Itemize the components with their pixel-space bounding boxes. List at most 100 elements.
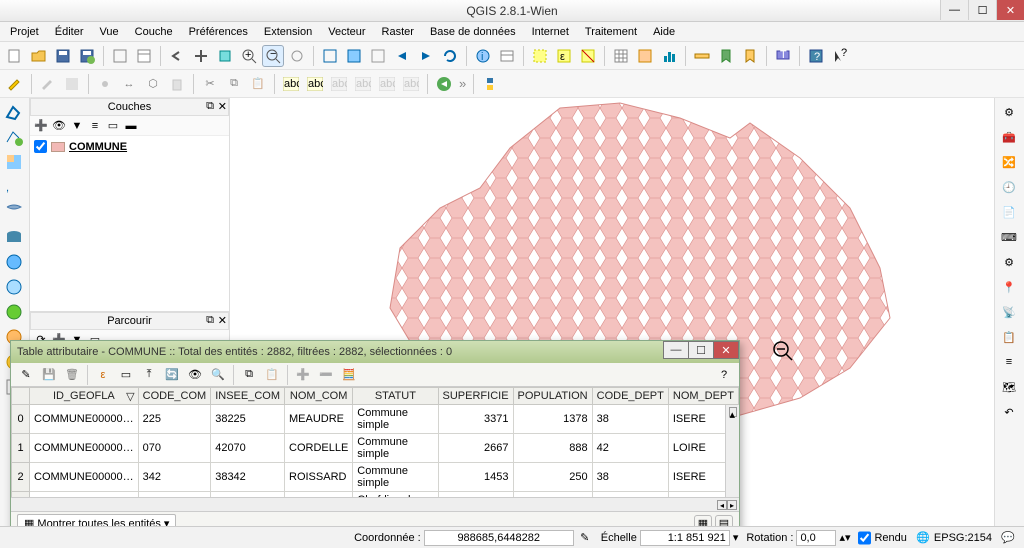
- crs-icon[interactable]: 🌐: [915, 530, 931, 546]
- save-icon[interactable]: [52, 45, 74, 67]
- label-abc5-icon[interactable]: abc: [376, 73, 398, 95]
- pan-icon[interactable]: [190, 45, 212, 67]
- options-icon[interactable]: ⚙: [998, 251, 1020, 273]
- dialog-minimize-button[interactable]: —: [663, 341, 689, 359]
- col-header[interactable]: STATUT: [353, 388, 438, 405]
- save-edits-icon[interactable]: [61, 73, 83, 95]
- model-icon[interactable]: 🔀: [998, 151, 1020, 173]
- delimited-icon[interactable]: ,: [3, 176, 25, 198]
- menu-traitement[interactable]: Traitement: [581, 25, 641, 39]
- wms-icon[interactable]: [3, 251, 25, 273]
- attribute-grid[interactable]: ID_GEOFLA ▽ CODE_COM INSEE_COM NOM_COM S…: [11, 387, 739, 497]
- maximize-button[interactable]: ☐: [968, 0, 996, 20]
- messages-icon[interactable]: 💬: [1000, 530, 1016, 546]
- zoom-next-icon[interactable]: [415, 45, 437, 67]
- oracle-icon[interactable]: [3, 301, 25, 323]
- chevron-down-icon[interactable]: ▾: [733, 531, 739, 544]
- vertical-scrollbar[interactable]: ▴: [725, 405, 739, 497]
- add-feature-icon[interactable]: [94, 73, 116, 95]
- menu-vecteur[interactable]: Vecteur: [324, 25, 369, 39]
- copy-icon[interactable]: ⧉: [223, 73, 245, 95]
- vector-layer-icon[interactable]: [3, 101, 25, 123]
- layer-order-icon[interactable]: ≡: [998, 351, 1020, 373]
- menu-preferences[interactable]: Préférences: [185, 25, 252, 39]
- field-calc2-icon[interactable]: 🧮: [338, 364, 360, 386]
- history-icon[interactable]: 🕘: [998, 176, 1020, 198]
- layer-item[interactable]: COMMUNE: [34, 140, 225, 153]
- label-abc1-icon[interactable]: abc: [280, 73, 302, 95]
- menu-internet[interactable]: Internet: [528, 25, 573, 39]
- field-calc-icon[interactable]: [634, 45, 656, 67]
- new-column-icon[interactable]: ➕: [292, 364, 314, 386]
- deselect-icon[interactable]: [577, 45, 599, 67]
- stats-icon[interactable]: [658, 45, 680, 67]
- pencil-icon[interactable]: ✎: [15, 364, 37, 386]
- col-header[interactable]: CODE_COM: [138, 388, 211, 405]
- menu-editer[interactable]: Éditer: [51, 25, 88, 39]
- raster-layer-icon[interactable]: [3, 151, 25, 173]
- table-row[interactable]: 0 COMMUNE00000…22538225 MEAUDRECommune s…: [12, 405, 739, 434]
- more-icon[interactable]: »: [457, 76, 468, 91]
- pan-selection-icon[interactable]: [214, 45, 236, 67]
- zoom-last-icon[interactable]: [391, 45, 413, 67]
- layer-checkbox[interactable]: [34, 140, 47, 153]
- scale-input[interactable]: [640, 530, 730, 546]
- bookmark-icon[interactable]: [715, 45, 737, 67]
- zoom-native-icon[interactable]: [286, 45, 308, 67]
- menu-raster[interactable]: Raster: [378, 25, 418, 39]
- paste-icon[interactable]: 📋: [247, 73, 269, 95]
- undo-icon[interactable]: [166, 45, 188, 67]
- zoom-out-icon[interactable]: −: [262, 45, 284, 67]
- plugin-green-icon[interactable]: [433, 73, 455, 95]
- menu-projet[interactable]: Projet: [6, 25, 43, 39]
- pin-icon[interactable]: 📍: [998, 276, 1020, 298]
- label-abc2-icon[interactable]: abc: [304, 73, 326, 95]
- select-expr-icon[interactable]: ε: [553, 45, 575, 67]
- table-row[interactable]: 1 COMMUNE00000…07042070 CORDELLECommune …: [12, 434, 739, 463]
- render-checkbox[interactable]: [858, 530, 871, 546]
- table-row[interactable]: 2 COMMUNE00000…34238342 ROISSARDCommune …: [12, 463, 739, 492]
- zoom-layer-icon[interactable]: [367, 45, 389, 67]
- dialog-help-icon[interactable]: ?: [713, 364, 735, 386]
- delete-selected-icon[interactable]: 🗑: [61, 364, 83, 386]
- remove-icon[interactable]: ▬: [123, 118, 139, 134]
- pin-icon[interactable]: ⧉: [206, 100, 214, 113]
- new-project-icon[interactable]: [4, 45, 26, 67]
- dialog-close-button[interactable]: ✕: [713, 341, 739, 359]
- zoom-full-icon[interactable]: [319, 45, 341, 67]
- open-table-icon[interactable]: [610, 45, 632, 67]
- composer-icon[interactable]: [133, 45, 155, 67]
- gps-icon[interactable]: 📡: [998, 301, 1020, 323]
- zoom-in-icon[interactable]: +: [238, 45, 260, 67]
- select-expr-icon[interactable]: ε: [92, 364, 114, 386]
- stepper-icon[interactable]: ▴▾: [839, 531, 850, 544]
- del-column-icon[interactable]: ➖: [315, 364, 337, 386]
- spatialite-icon[interactable]: [3, 201, 25, 223]
- menu-vue[interactable]: Vue: [96, 25, 123, 39]
- col-header[interactable]: ID_GEOFLA ▽: [30, 388, 139, 405]
- pan-sel-icon[interactable]: 👁: [184, 364, 206, 386]
- annotation-icon[interactable]: T: [772, 45, 794, 67]
- pencil-icon[interactable]: [37, 73, 59, 95]
- collapse-icon[interactable]: ▭: [105, 118, 121, 134]
- move-top-icon[interactable]: ⤒: [138, 364, 160, 386]
- processing-icon[interactable]: ⚙: [998, 101, 1020, 123]
- undo-panel-icon[interactable]: ↶: [998, 401, 1020, 423]
- edits-icon[interactable]: [4, 73, 26, 95]
- identify-icon[interactable]: i: [472, 45, 494, 67]
- results-icon[interactable]: 📄: [998, 201, 1020, 223]
- vector-add-icon[interactable]: [3, 126, 25, 148]
- add-group-icon[interactable]: ➕: [33, 118, 49, 134]
- toolbox-icon[interactable]: 🧰: [998, 126, 1020, 148]
- coord-input[interactable]: [424, 530, 574, 546]
- refresh-icon[interactable]: [439, 45, 461, 67]
- coord-toggle-icon[interactable]: ✎: [577, 530, 593, 546]
- copy-rows-icon[interactable]: ⧉: [238, 364, 260, 386]
- help-icon[interactable]: ?: [805, 45, 827, 67]
- menu-aide[interactable]: Aide: [649, 25, 679, 39]
- save-edits-icon[interactable]: 💾: [38, 364, 60, 386]
- close-icon[interactable]: ✕: [218, 100, 227, 113]
- commander-icon[interactable]: ⌨: [998, 226, 1020, 248]
- bookmark-new-icon[interactable]: [739, 45, 761, 67]
- move-feature-icon[interactable]: ↔: [118, 73, 140, 95]
